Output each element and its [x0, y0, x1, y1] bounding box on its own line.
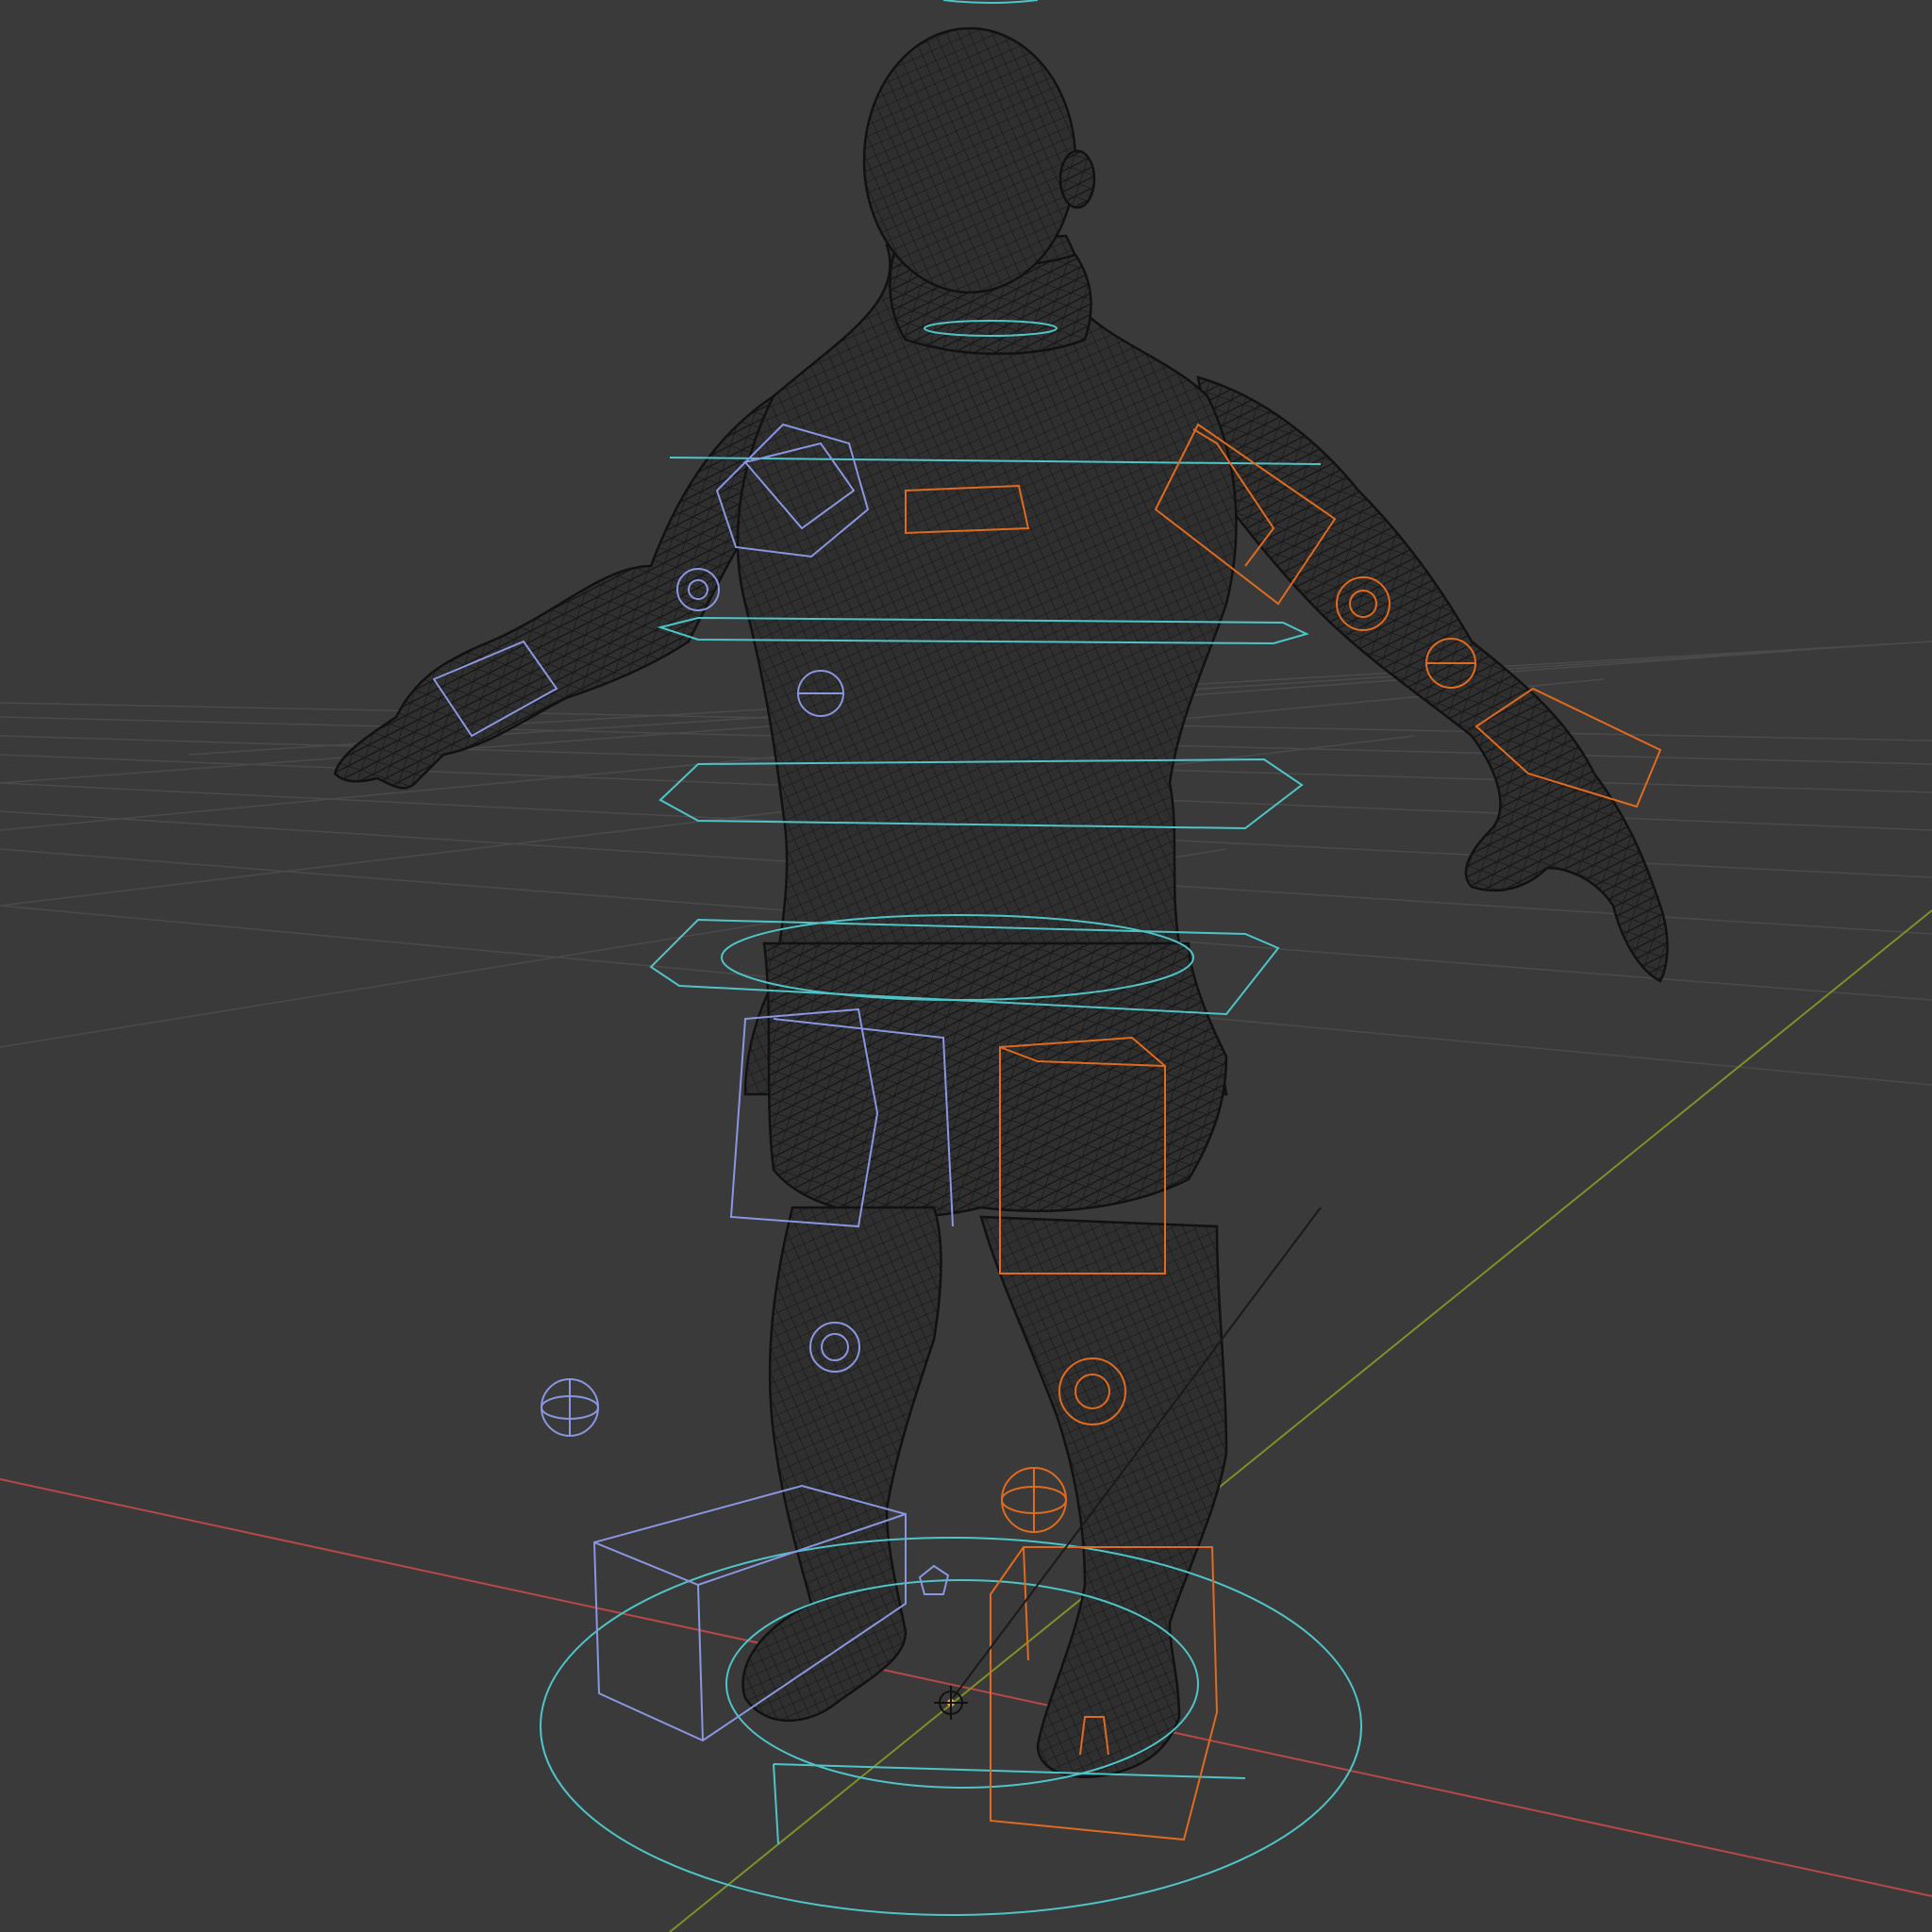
head-mesh: [862, 26, 1077, 294]
3d-viewport[interactable]: [0, 0, 1932, 1932]
root-control-circle: [540, 1537, 1362, 1916]
viewport-canvas[interactable]: [0, 0, 1932, 1932]
ear-mesh: [1058, 149, 1096, 209]
character-mesh[interactable]: [333, 26, 1669, 1778]
left-leg-mesh: [741, 1206, 942, 1723]
x-axis-line: [0, 1478, 1932, 1897]
apron-mesh: [762, 941, 1228, 1218]
top-edge-arc: [942, 0, 1039, 4]
